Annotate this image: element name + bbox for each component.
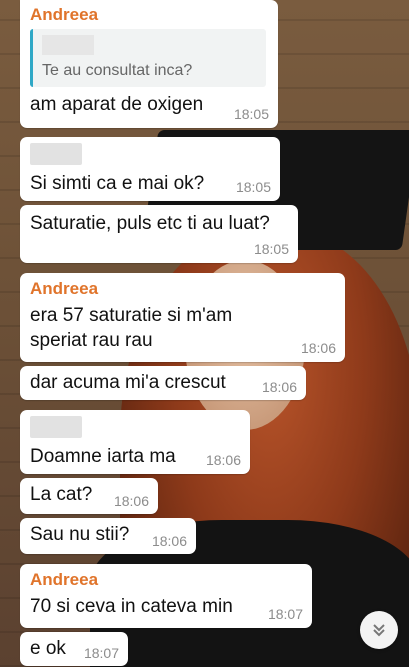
message-bubble[interactable]: e ok 18:07 xyxy=(20,632,128,666)
message-bubble[interactable]: Sau nu stii? 18:06 xyxy=(20,518,196,554)
quoted-text: Te au consultat inca? xyxy=(42,62,193,79)
message-time: 18:06 xyxy=(300,340,336,356)
message-time: 18:06 xyxy=(205,452,241,468)
message-time: 18:06 xyxy=(113,493,149,509)
message-text: Si simti ca e mai ok? xyxy=(30,173,205,194)
message-text: 70 si ceva in cateva min xyxy=(30,596,233,617)
message-bubble[interactable]: Doamne iarta ma 18:06 xyxy=(20,410,250,474)
quoted-sender-blurred xyxy=(42,35,94,55)
scroll-to-bottom-button[interactable] xyxy=(360,611,398,649)
message-bubble[interactable]: Andreea 70 si ceva in cateva min 18:07 xyxy=(20,564,312,628)
sender-name-blurred xyxy=(30,143,82,165)
message-time: 18:07 xyxy=(83,645,119,661)
message-time: 18:06 xyxy=(261,379,297,395)
sender-name: Andreea xyxy=(30,5,99,24)
message-bubble[interactable]: Si simti ca e mai ok? 18:05 xyxy=(20,137,280,201)
message-bubble[interactable]: Andreea Te au consultat inca? am aparat … xyxy=(20,0,278,128)
sender-name: Andreea xyxy=(30,570,99,589)
message-time: 18:05 xyxy=(233,106,269,122)
sender-name: Andreea xyxy=(30,279,99,298)
message-bubble[interactable]: Andreea era 57 saturatie si m'am speriat… xyxy=(20,273,345,362)
sender-name-blurred xyxy=(30,416,82,438)
double-chevron-down-icon xyxy=(373,624,385,637)
message-bubble[interactable]: dar acuma mi'a crescut 18:06 xyxy=(20,366,306,400)
message-text: Saturatie, puls etc ti au luat? xyxy=(30,213,270,234)
message-bubble[interactable]: La cat? 18:06 xyxy=(20,478,158,514)
quoted-message[interactable]: Te au consultat inca? xyxy=(30,29,266,87)
message-time: 18:06 xyxy=(151,533,187,549)
message-text: dar acuma mi'a crescut xyxy=(30,372,226,393)
message-list[interactable]: Andreea Te au consultat inca? am aparat … xyxy=(0,0,409,667)
message-time: 18:05 xyxy=(253,241,289,257)
message-time: 18:05 xyxy=(235,179,271,195)
message-time: 18:07 xyxy=(267,606,303,622)
message-bubble[interactable]: Saturatie, puls etc ti au luat? 18:05 xyxy=(20,205,298,263)
message-text: era 57 saturatie si m'am speriat rau rau xyxy=(30,305,233,351)
